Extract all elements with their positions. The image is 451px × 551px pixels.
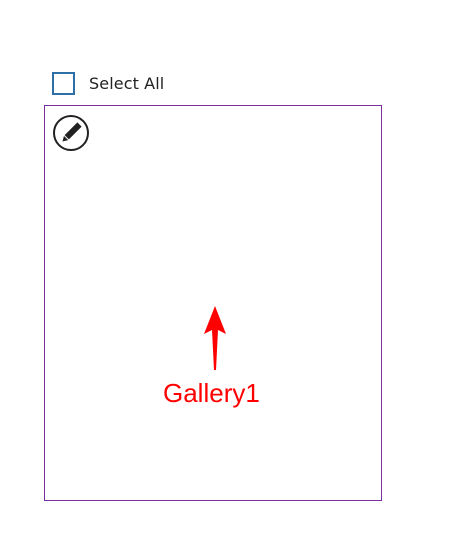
gallery[interactable]: Gallery1 <box>44 105 382 501</box>
select-all-label: Select All <box>89 73 165 93</box>
gallery-annotation-label: Gallery1 <box>163 378 260 408</box>
arrow-up-icon <box>200 304 230 374</box>
pencil-edit-icon[interactable] <box>52 114 90 152</box>
page: Select All Gallery1 <box>0 0 451 551</box>
select-all-checkbox[interactable] <box>52 71 75 95</box>
select-all-control[interactable]: Select All <box>52 69 164 97</box>
